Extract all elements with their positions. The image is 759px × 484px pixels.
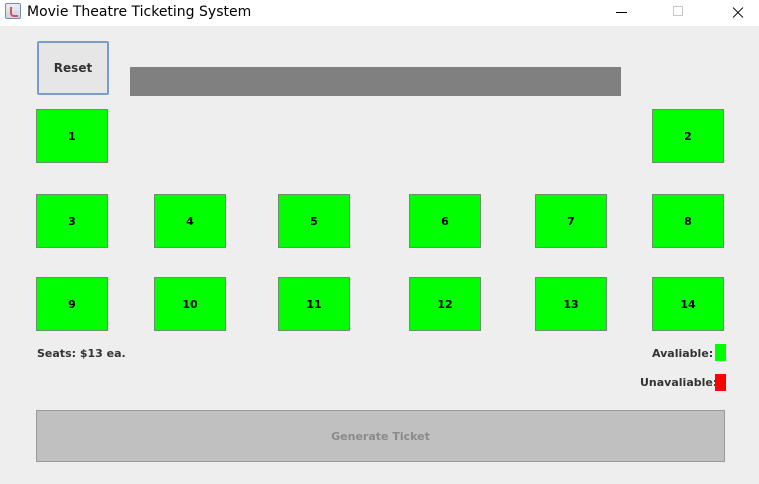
seat-5-button[interactable]: 5 [278, 194, 350, 248]
minimize-button[interactable] [598, 0, 644, 26]
close-button[interactable] [713, 0, 759, 26]
unavailable-legend-label: Unavaliable: [640, 376, 718, 389]
generate-ticket-button[interactable]: Generate Ticket [36, 410, 725, 462]
available-swatch [715, 344, 726, 361]
reset-button[interactable]: Reset [37, 41, 109, 95]
price-label: Seats: $13 ea. [37, 347, 126, 360]
seat-4-button[interactable]: 4 [154, 194, 226, 248]
seat-2-button[interactable]: 2 [652, 109, 724, 163]
seat-3-button[interactable]: 3 [36, 194, 108, 248]
maximize-button[interactable] [655, 0, 701, 26]
seat-13-button[interactable]: 13 [535, 277, 607, 331]
seat-12-button[interactable]: 12 [409, 277, 481, 331]
seat-7-button[interactable]: 7 [535, 194, 607, 248]
screen-bar [130, 67, 621, 96]
maximize-icon [673, 6, 683, 16]
seat-10-button[interactable]: 10 [154, 277, 226, 331]
minimize-icon [616, 12, 627, 13]
available-legend-label: Avaliable: [652, 347, 714, 360]
seat-6-button[interactable]: 6 [409, 194, 481, 248]
java-app-icon [5, 3, 21, 19]
seat-8-button[interactable]: 8 [652, 194, 724, 248]
seat-14-button[interactable]: 14 [652, 277, 724, 331]
seat-1-button[interactable]: 1 [36, 109, 108, 163]
unavailable-swatch [715, 374, 726, 391]
seat-11-button[interactable]: 11 [278, 277, 350, 331]
window-title: Movie Theatre Ticketing System [27, 4, 252, 20]
seat-9-button[interactable]: 9 [36, 277, 108, 331]
title-bar: Movie Theatre Ticketing System [0, 0, 759, 26]
